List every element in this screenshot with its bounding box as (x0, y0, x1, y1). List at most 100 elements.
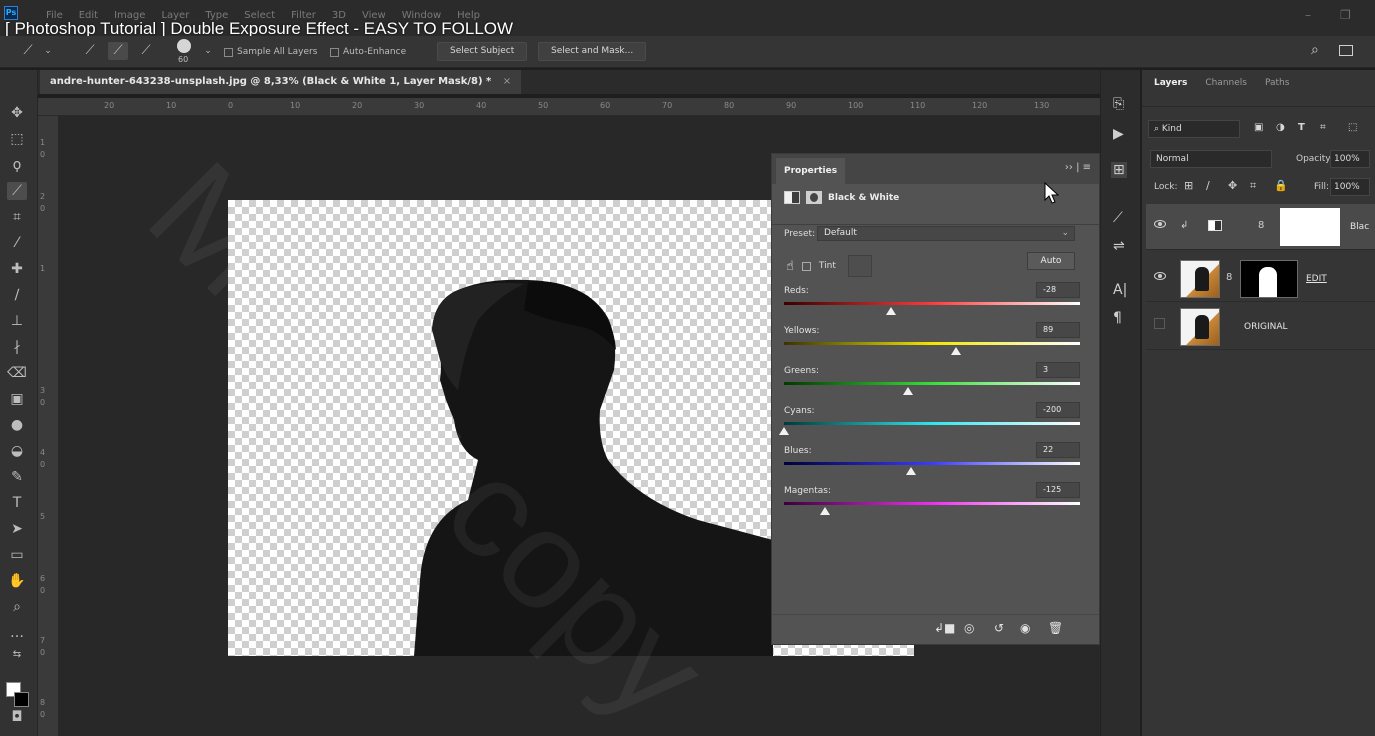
background-color-swatch[interactable] (14, 692, 29, 707)
eraser-tool-icon[interactable]: ⌫ (7, 364, 27, 382)
slider-track[interactable] (784, 342, 1080, 345)
slider-track[interactable] (784, 502, 1080, 505)
move-tool-icon[interactable]: ✥ (7, 104, 27, 122)
hand-tool-icon[interactable]: ✋ (7, 572, 27, 590)
layer-mask-thumbnail[interactable] (1240, 260, 1298, 298)
layer-row[interactable]: ORIGINAL (1146, 304, 1375, 350)
slider-value-input[interactable]: 3 (1036, 362, 1080, 378)
tab-layers[interactable]: Layers (1154, 78, 1187, 102)
lock-artboard-icon[interactable]: ⌗ (1250, 179, 1256, 193)
layer-thumbnail[interactable] (1180, 260, 1220, 298)
type-filter-icon[interactable]: T (1298, 122, 1305, 133)
add-to-selection-icon[interactable]: ⟋ (108, 42, 128, 60)
close-icon[interactable]: × (503, 76, 511, 87)
document-tab[interactable]: andre-hunter-643238-unsplash.jpg @ 8,33%… (40, 70, 522, 94)
stamp-tool-icon[interactable]: ⊥ (7, 312, 27, 330)
view-previous-state-icon[interactable]: ◎ (964, 621, 974, 635)
layer-row[interactable]: 8 EDIT (1146, 256, 1375, 302)
hidden-eye-icon[interactable] (1154, 318, 1165, 329)
slider-value-input[interactable]: -200 (1036, 402, 1080, 418)
tab-paths[interactable]: Paths (1265, 78, 1289, 102)
zoom-tool-icon[interactable]: ⌕ (7, 598, 27, 616)
slider-value-input[interactable]: -28 (1036, 282, 1080, 298)
adjustment-filter-icon[interactable]: ◑ (1276, 122, 1285, 133)
pixel-filter-icon[interactable]: ▣ (1254, 122, 1263, 133)
brush-settings-icon[interactable]: ⟋ (1113, 210, 1123, 226)
minimize-icon[interactable]: – (1305, 8, 1311, 22)
slider-handle[interactable] (903, 387, 914, 395)
smart-object-filter-icon[interactable]: ⬚ (1348, 122, 1357, 133)
filter-kind-select[interactable]: ⌕ Kind (1148, 120, 1240, 138)
slider-handle[interactable] (820, 507, 831, 515)
slider-handle[interactable] (906, 467, 917, 475)
panel-menu-icon[interactable]: ›› | ≡ (1065, 162, 1091, 173)
quick-select-tool-icon[interactable]: ⟋ (18, 42, 38, 60)
search-icon[interactable]: ⌕ (1311, 42, 1319, 58)
lock-position-icon[interactable]: ✥ (1228, 179, 1237, 192)
targeted-adjustment-icon[interactable]: ☝ (786, 259, 794, 274)
new-selection-icon[interactable]: ⟋ (80, 42, 100, 60)
slider-track[interactable] (784, 382, 1080, 385)
subtract-selection-icon[interactable]: ⟋ (136, 42, 156, 60)
adjustment-layer-icon[interactable] (784, 191, 800, 204)
slider-track[interactable] (784, 302, 1080, 305)
layer-mask-icon[interactable] (806, 191, 822, 204)
shape-filter-icon[interactable]: ⌗ (1320, 122, 1326, 133)
select-and-mask-button[interactable]: Select and Mask... (538, 42, 647, 61)
more-tools-icon[interactable]: … (7, 624, 27, 642)
layer-thumbnail[interactable] (1180, 308, 1220, 346)
slider-handle[interactable] (950, 347, 961, 355)
slider-value-input[interactable]: 89 (1036, 322, 1080, 338)
eyedropper-tool-icon[interactable]: ⁄ (7, 234, 27, 252)
properties-dock-icon[interactable]: ⊞ (1111, 162, 1127, 178)
layer-row[interactable]: ↲ 8 Blac (1146, 204, 1375, 250)
type-tool-icon[interactable]: T (7, 494, 27, 512)
crop-tool-icon[interactable]: ⌗ (7, 208, 27, 226)
lock-image-icon[interactable]: ∕ (1206, 179, 1210, 192)
auto-button[interactable]: Auto (1027, 252, 1075, 270)
swap-colors-icon[interactable]: ⇆ (7, 646, 27, 664)
clip-to-layer-icon[interactable]: ↲■ (934, 621, 955, 635)
visibility-eye-icon[interactable] (1154, 220, 1166, 228)
slider-handle[interactable] (779, 427, 789, 435)
history-icon[interactable]: ⎘ (1113, 96, 1124, 112)
dodge-tool-icon[interactable]: ◒ (7, 442, 27, 460)
fill-input[interactable]: 100% (1330, 178, 1370, 196)
visibility-eye-icon[interactable]: ◉ (1020, 621, 1030, 635)
sample-all-layers-checkbox[interactable]: Sample All Layers (224, 47, 317, 57)
select-subject-button[interactable]: Select Subject (437, 42, 528, 61)
chevron-down-icon[interactable]: ⌄ (38, 42, 58, 60)
layer-mask-thumbnail[interactable] (1280, 208, 1340, 246)
path-selection-icon[interactable]: ➤ (7, 520, 27, 538)
brush-chevron-icon[interactable]: ⌄ (198, 42, 218, 60)
lasso-tool-icon[interactable]: ϙ (7, 156, 27, 174)
history-brush-icon[interactable]: ∤ (7, 338, 27, 356)
shape-tool-icon[interactable]: ▭ (7, 546, 27, 564)
visibility-eye-icon[interactable] (1154, 272, 1166, 280)
healing-tool-icon[interactable]: ✚ (7, 260, 27, 278)
trash-icon[interactable]: 🗑 (1048, 621, 1063, 635)
blur-tool-icon[interactable]: ● (7, 416, 27, 434)
slider-value-input[interactable]: -125 (1036, 482, 1080, 498)
play-actions-icon[interactable]: ▶ (1113, 126, 1124, 142)
character-icon[interactable]: A| (1113, 282, 1127, 298)
gradient-tool-icon[interactable]: ▣ (7, 390, 27, 408)
slider-track[interactable] (784, 422, 1080, 425)
lock-all-icon[interactable]: 🔒 (1274, 179, 1288, 192)
slider-value-input[interactable]: 22 (1036, 442, 1080, 458)
marquee-tool-icon[interactable]: ⬚ (7, 130, 27, 148)
tab-channels[interactable]: Channels (1205, 78, 1247, 102)
brush-tool-icon[interactable]: ∕ (7, 286, 27, 304)
adjustments-icon[interactable]: ⇌ (1113, 238, 1125, 254)
brush-preview-icon[interactable] (177, 39, 191, 53)
properties-tab[interactable]: Properties (776, 158, 846, 184)
paragraph-icon[interactable]: ¶ (1113, 310, 1122, 326)
opacity-input[interactable]: 100% (1330, 150, 1370, 168)
workspace-icon[interactable] (1339, 45, 1353, 56)
quick-mask-icon[interactable]: ◘ (7, 708, 27, 726)
reset-icon[interactable]: ↺ (994, 621, 1004, 635)
maximize-icon[interactable]: ❐ (1340, 8, 1351, 22)
auto-enhance-checkbox[interactable]: Auto-Enhance (330, 47, 406, 57)
slider-handle[interactable] (885, 307, 896, 315)
lock-transparent-icon[interactable]: ⊞ (1184, 179, 1193, 192)
